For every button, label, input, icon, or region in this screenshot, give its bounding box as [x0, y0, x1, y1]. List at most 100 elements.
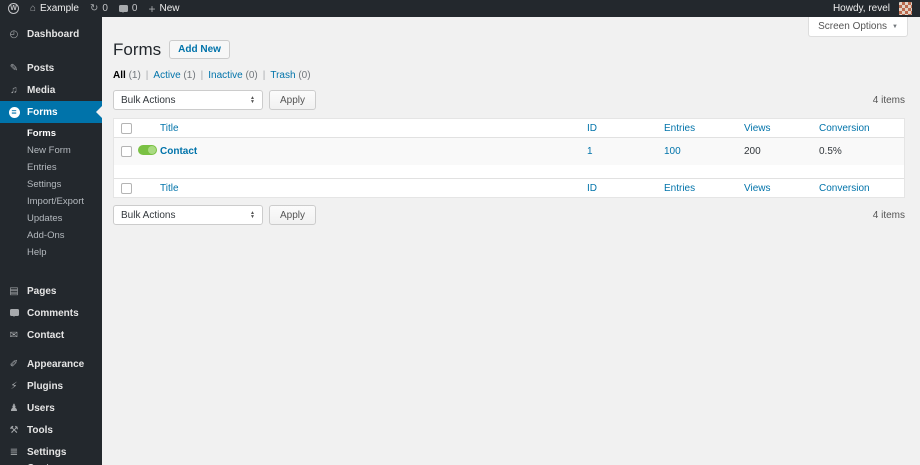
bulk-actions-select[interactable]: Bulk Actions ▲ ▼: [113, 90, 263, 110]
submenu-item-addons[interactable]: Add-Ons: [0, 227, 102, 244]
tools-icon: ⚒: [9, 424, 19, 436]
sidebar-item-tools[interactable]: ⚒ Tools: [0, 419, 102, 441]
forms-table: Title ID Entries Views Conversion Contac…: [113, 118, 905, 198]
toggle-knob: [148, 146, 156, 154]
avatar: [899, 2, 912, 15]
new-content-menu[interactable]: + New: [148, 3, 179, 15]
submenu-item-help[interactable]: Help: [0, 244, 102, 261]
menu-separator: [0, 45, 102, 57]
updates-indicator[interactable]: ↻ 0: [90, 3, 108, 14]
settings-icon: ≣: [9, 446, 19, 458]
form-title-link[interactable]: Contact: [160, 146, 587, 157]
main-content: Screen Options ▼ Forms Add New All (1) |…: [102, 17, 920, 465]
sidebar-item-dashboard[interactable]: ◴ Dashboard: [0, 23, 102, 45]
wordpress-menu[interactable]: W: [8, 3, 19, 14]
account-menu[interactable]: Howdy, revel: [833, 2, 912, 15]
column-header-entries[interactable]: Entries: [664, 123, 744, 134]
filter-inactive[interactable]: Inactive (0): [208, 70, 257, 81]
sidebar-item-label: Appearance: [27, 358, 85, 370]
select-arrows-icon: ▲ ▼: [250, 95, 255, 105]
admin-bar-right: Howdy, revel: [833, 0, 912, 17]
plus-icon: +: [148, 1, 156, 16]
submenu-item-settings[interactable]: Settings: [0, 176, 102, 193]
media-icon: ♫: [10, 84, 18, 96]
sidebar-item-label: Users: [27, 402, 55, 414]
column-header-title[interactable]: Title: [160, 123, 587, 134]
comments-indicator[interactable]: 0: [118, 3, 138, 14]
update-count: 0: [102, 3, 108, 14]
select-all-checkbox-bottom[interactable]: [121, 182, 132, 194]
sidebar-item-appearance[interactable]: ✐ Appearance: [0, 353, 102, 375]
submenu-item-forms[interactable]: Forms: [0, 125, 102, 142]
column-header-conversion[interactable]: Conversion: [819, 123, 904, 134]
sidebar-item-label: Dashboard: [27, 28, 80, 40]
admin-bar-left: W ⌂ Example ↻ 0 0 + New: [8, 0, 191, 17]
bulk-actions-select-bottom[interactable]: Bulk Actions ▲ ▼: [113, 205, 263, 225]
sidebar-item-comments[interactable]: Comments: [0, 302, 102, 324]
apply-button[interactable]: Apply: [269, 90, 317, 110]
new-label: New: [159, 3, 180, 14]
sidebar-item-label: Pages: [27, 285, 57, 297]
updates-icon: ↻: [89, 2, 99, 14]
bulk-actions-selected-value: Bulk Actions: [121, 209, 176, 221]
submenu-item-import-export[interactable]: Import/Export: [0, 193, 102, 210]
pages-icon: ▤: [9, 285, 19, 297]
filter-count: (0): [298, 70, 311, 81]
submenu-item-updates[interactable]: Updates: [0, 210, 102, 227]
submenu-item-entries[interactable]: Entries: [0, 159, 102, 176]
items-count-bottom: 4 items: [872, 209, 905, 221]
comment-count: 0: [131, 3, 138, 14]
sidebar-item-label: Comments: [27, 307, 79, 319]
sidebar-item-users[interactable]: ♟ Users: [0, 397, 102, 419]
column-footer-entries[interactable]: Entries: [664, 183, 744, 194]
sidebar-item-contact[interactable]: ✉ Contact: [0, 324, 102, 346]
admin-bar: W ⌂ Example ↻ 0 0 + New Howdy, revel: [0, 0, 920, 17]
form-entries-link[interactable]: 100: [664, 146, 744, 157]
form-active-toggle[interactable]: [138, 145, 157, 155]
sidebar-item-media[interactable]: ♫ Media: [0, 79, 102, 101]
sidebar-item-forms[interactable]: ≡ Forms: [0, 101, 102, 123]
sidebar-item-label: Media: [27, 84, 56, 96]
form-id-link[interactable]: 1: [587, 146, 664, 157]
posts-icon: ✎: [9, 62, 19, 74]
filter-count: (1): [183, 70, 196, 81]
sidebar-item-label: Forms: [27, 106, 58, 118]
screen-options-button[interactable]: Screen Options ▼: [808, 17, 908, 37]
add-new-button[interactable]: Add New: [169, 40, 230, 59]
column-footer-title[interactable]: Title: [160, 183, 587, 194]
status-filters: All (1) | Active (1) | Inactive (0) | Tr…: [113, 70, 905, 81]
filter-label: Trash: [270, 70, 296, 81]
items-count: 4 items: [872, 94, 905, 106]
filter-active[interactable]: Active (1): [153, 70, 195, 81]
apply-button-bottom[interactable]: Apply: [269, 205, 317, 225]
tablenav-bottom: Bulk Actions ▲ ▼ Apply 4 items: [113, 204, 905, 226]
column-header-views[interactable]: Views: [744, 123, 819, 134]
bulk-actions-selected-value: Bulk Actions: [121, 94, 176, 106]
menu-separator: [0, 268, 102, 280]
sidebar-item-plugins[interactable]: ⚡ Plugins: [0, 375, 102, 397]
site-menu[interactable]: ⌂ Example: [30, 3, 79, 14]
forms-submenu: Forms New Form Entries Settings Import/E…: [0, 123, 102, 268]
envelope-icon: ✉: [9, 329, 19, 341]
tablenav-top: Bulk Actions ▲ ▼ Apply 4 items: [113, 89, 905, 111]
submenu-item-new-form[interactable]: New Form: [0, 142, 102, 159]
column-header-id[interactable]: ID: [587, 123, 664, 134]
comments-icon: [8, 308, 20, 319]
page-title: Forms: [113, 40, 162, 59]
column-footer-id[interactable]: ID: [587, 183, 664, 194]
sidebar-item-settings[interactable]: ≣ Settings: [0, 441, 102, 463]
wordpress-logo-icon: W: [8, 3, 19, 14]
sidebar-item-label: Contact: [27, 329, 65, 341]
sidebar: ◴ Dashboard ✎ Posts ♫ Media ≡ Forms Form…: [0, 17, 102, 465]
chevron-down-icon: ▼: [892, 23, 898, 30]
column-footer-views[interactable]: Views: [744, 183, 819, 194]
column-footer-conversion[interactable]: Conversion: [819, 183, 904, 194]
filter-trash[interactable]: Trash (0): [270, 70, 310, 81]
sidebar-item-posts[interactable]: ✎ Posts: [0, 57, 102, 79]
select-all-checkbox[interactable]: [121, 122, 132, 134]
filter-count: (0): [245, 70, 258, 81]
sidebar-item-pages[interactable]: ▤ Pages: [0, 280, 102, 302]
filter-all[interactable]: All (1): [113, 70, 141, 81]
row-checkbox[interactable]: [121, 146, 132, 157]
howdy-text: Howdy, revel: [832, 3, 890, 14]
